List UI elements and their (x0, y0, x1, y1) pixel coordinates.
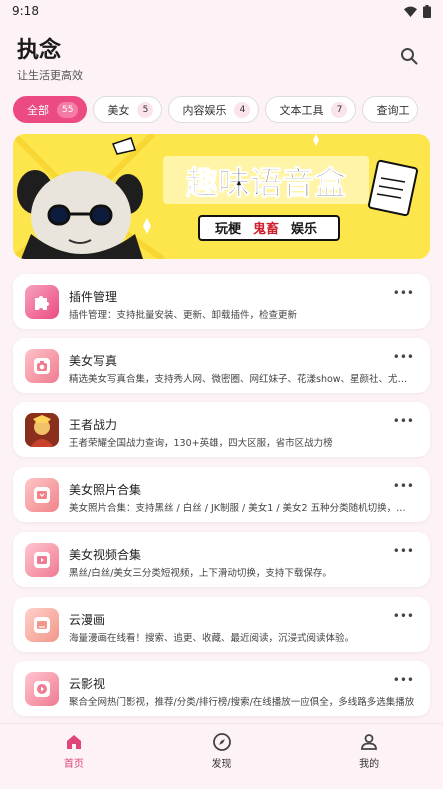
chip-label: 内容娱乐 (182, 103, 227, 117)
nav-profile[interactable]: 我的 (295, 724, 443, 789)
nav-label: 我的 (359, 759, 380, 770)
chip-entertainment[interactable]: 内容娱乐 4 (168, 96, 260, 123)
search-icon (401, 48, 418, 65)
status-bar: 9:18 (0, 0, 443, 22)
battery-icon (423, 4, 431, 18)
chip-label: 查询工 (376, 103, 410, 117)
banner-tag: 玩梗 (215, 221, 242, 237)
chip-label: 全部 (27, 103, 49, 117)
app-header: 执念 让生活更高效 (0, 22, 443, 86)
home-icon (66, 735, 81, 749)
nav-label: 发现 (211, 759, 232, 770)
banner-tag: 娱乐 (291, 221, 317, 237)
user-icon (361, 734, 378, 750)
compass-icon (212, 733, 231, 751)
chip-count: 5 (137, 101, 154, 118)
more-options-button[interactable]: ••• (393, 673, 414, 687)
plugin-title: 插件管理 (69, 290, 118, 304)
plugin-title: 王者战力 (69, 418, 118, 432)
plugin-card[interactable]: 王者战力 王者荣耀全国战力查询，130+英雄，四大区服，省市区战力榜 ••• (13, 402, 430, 457)
plugin-card[interactable]: 美女写真 精选美女写真合集，支持秀人网、微密圈、网红妹子、花漾show、星颜社、… (13, 338, 430, 393)
more-options-button[interactable]: ••• (393, 414, 414, 428)
chip-query-tools[interactable]: 查询工 (362, 96, 419, 123)
plugin-title: 美女写真 (69, 354, 118, 368)
chip-count: 55 (57, 101, 79, 118)
comic-icon (25, 608, 59, 642)
image-icon (25, 478, 59, 512)
plugin-desc: 黑丝/白丝/美女三分类短视频，上下滑动切换，支持下载保存。 (69, 568, 332, 579)
chip-label: 文本工具 (279, 103, 324, 117)
nav-discover[interactable]: 发现 (148, 724, 296, 789)
plugin-card[interactable]: 云漫画 海量漫画在线看！搜索、追更、收藏、最近阅读，沉浸式阅读体验。 ••• (13, 597, 430, 652)
plugin-title: 美女照片合集 (69, 483, 142, 497)
app-title: 执念 (17, 38, 62, 63)
status-time: 9:18 (12, 4, 39, 18)
plugin-card[interactable]: 美女照片合集 美女照片合集：支持黑丝 / 白丝 / JK制服 / 美女1 / 美… (13, 467, 430, 522)
plugin-desc: 王者荣耀全国战力查询，130+英雄，四大区服，省市区战力榜 (69, 438, 333, 449)
more-options-button[interactable]: ••• (393, 479, 414, 493)
plugin-desc: 精选美女写真合集，支持秀人网、微密圈、网红妹子、花漾show、星颜社、尤果网等多… (69, 374, 415, 385)
chip-count: 4 (234, 101, 251, 118)
chip-text-tools[interactable]: 文本工具 7 (265, 96, 357, 123)
chip-label: 美女 (107, 103, 130, 117)
more-options-button[interactable]: ••• (393, 544, 414, 558)
chip-all[interactable]: 全部 55 (13, 96, 88, 123)
plugin-card[interactable]: 插件管理 插件管理：支持批量安装、更新、卸载插件，检查更新 ••• (13, 274, 430, 329)
plugin-desc: 美女照片合集：支持黑丝 / 白丝 / JK制服 / 美女1 / 美女2 五种分类… (69, 503, 415, 514)
camera-icon (25, 349, 59, 383)
app-subtitle: 让生活更高效 (17, 69, 83, 82)
game-hero-icon (25, 413, 59, 447)
more-options-button[interactable]: ••• (393, 286, 414, 300)
search-button[interactable] (397, 44, 421, 68)
nav-home[interactable]: 首页 (0, 724, 148, 789)
paper-icon (368, 159, 418, 217)
plugin-title: 云影视 (69, 677, 106, 691)
plugin-title: 美女视频合集 (69, 548, 142, 562)
wifi-icon (404, 6, 417, 17)
chip-count: 7 (331, 101, 348, 118)
nav-label: 首页 (63, 759, 84, 770)
chip-beauty[interactable]: 美女 5 (93, 96, 163, 123)
plugin-desc: 海量漫画在线看！搜索、追更、收藏、最近阅读，沉浸式阅读体验。 (69, 633, 355, 644)
banner-tag: 鬼畜 (253, 221, 279, 237)
plugin-title: 云漫画 (69, 613, 106, 627)
category-chips: 全部 55 美女 5 内容娱乐 4 文本工具 7 查询工 (13, 96, 443, 124)
more-options-button[interactable]: ••• (393, 350, 414, 364)
banner-headline: 趣味语音盒 (186, 164, 347, 202)
promo-banner[interactable]: 趣味语音盒 玩梗 鬼畜 娱乐 (13, 134, 430, 259)
plugin-card[interactable]: 云影视 聚合全网热门影视，推荐/分类/排行榜/搜索/在线播放一应俱全，多线路多选… (13, 661, 430, 716)
play-icon (25, 672, 59, 706)
video-icon (25, 543, 59, 577)
plugin-desc: 聚合全网热门影视，推荐/分类/排行榜/搜索/在线播放一应俱全，多线路多选集播放 (69, 697, 415, 708)
status-icons (404, 4, 431, 18)
bottom-nav: 首页 发现 我的 (0, 723, 443, 789)
banner-artwork: 趣味语音盒 玩梗 鬼畜 娱乐 (13, 134, 430, 259)
plugin-card[interactable]: 美女视频合集 黑丝/白丝/美女三分类短视频，上下滑动切换，支持下载保存。 ••• (13, 532, 430, 587)
more-options-button[interactable]: ••• (393, 609, 414, 623)
puzzle-icon (25, 285, 59, 319)
plugin-desc: 插件管理：支持批量安装、更新、卸载插件，检查更新 (69, 310, 298, 321)
